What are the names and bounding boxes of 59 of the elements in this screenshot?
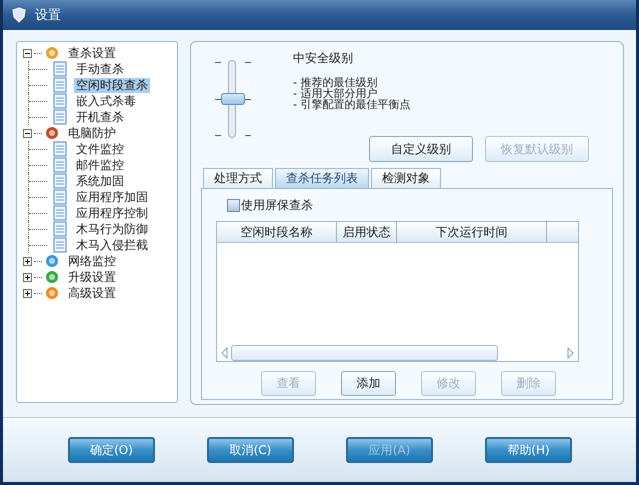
page-icon: [52, 189, 68, 205]
slider-thumb[interactable]: [221, 93, 245, 105]
level-description: - 适用大部分用户: [293, 88, 378, 99]
level-description: - 推荐的最佳级别: [293, 77, 378, 88]
left-arrow-icon[interactable]: [221, 346, 229, 358]
checkbox-label[interactable]: 使用屏保查杀: [241, 197, 313, 214]
page-icon: [52, 93, 68, 109]
page-icon: [52, 141, 68, 157]
expander-icon[interactable]: [23, 128, 32, 138]
tree-item[interactable]: 升级设置: [66, 270, 118, 284]
right-arrow-icon[interactable]: [566, 346, 574, 358]
page-icon: [52, 61, 68, 77]
tab[interactable]: 查杀任务列表: [275, 168, 369, 188]
level-button[interactable]: 自定义级别: [369, 136, 473, 162]
slider-track[interactable]: [221, 60, 245, 138]
scrollbar-thumb[interactable]: [231, 344, 498, 360]
tree-item[interactable]: 木马行为防御: [74, 222, 150, 236]
tree-item[interactable]: 邮件监控: [74, 158, 126, 172]
expander-icon[interactable]: [23, 256, 32, 266]
window-title: 设置: [35, 7, 61, 24]
tree-item[interactable]: 嵌入式杀毒: [74, 94, 138, 108]
page-icon: [52, 221, 68, 237]
page-icon: [52, 77, 68, 93]
tree-item[interactable]: 手动查杀: [74, 62, 126, 76]
tree-item[interactable]: 网络监控: [66, 254, 118, 268]
category-icon: [44, 253, 60, 269]
tree-item[interactable]: 高级设置: [66, 286, 118, 300]
category-icon: [44, 125, 60, 141]
tree-item[interactable]: 木马入侵拦截: [74, 238, 150, 252]
tree-item[interactable]: 应用程序控制: [74, 206, 150, 220]
tree-item[interactable]: 应用程序加固: [74, 190, 150, 204]
page-icon: [52, 173, 68, 189]
column-header[interactable]: 空闲时段名称: [217, 222, 337, 242]
expander-icon[interactable]: [23, 288, 32, 298]
expander-icon[interactable]: [23, 272, 32, 282]
page-icon: [52, 237, 68, 253]
tab[interactable]: 检测对象: [371, 168, 441, 188]
column-header[interactable]: 启用状态: [337, 222, 397, 242]
table-button[interactable]: 添加: [341, 371, 396, 396]
level-description: - 引擎配置的最佳平衡点: [293, 99, 412, 110]
tree-item[interactable]: 文件监控: [74, 142, 126, 156]
tree-item[interactable]: 开机查杀: [74, 110, 126, 124]
tree-item[interactable]: 查杀设置: [66, 46, 118, 60]
tab[interactable]: 处理方式: [203, 168, 273, 188]
checkbox[interactable]: [227, 199, 240, 212]
shield-icon: [11, 7, 27, 23]
tree-item[interactable]: 系统加固: [74, 174, 126, 188]
column-header[interactable]: 下次运行时间: [397, 222, 547, 242]
category-icon: [44, 269, 60, 285]
tree-item[interactable]: 电脑防护: [66, 126, 118, 140]
level-title: 中安全级别: [293, 50, 354, 67]
page-icon: [52, 205, 68, 221]
expander-icon[interactable]: [23, 48, 32, 58]
tree-item[interactable]: 空闲时段查杀: [74, 78, 150, 92]
category-icon: [44, 285, 60, 301]
dialog-button[interactable]: 确定(O): [68, 437, 155, 463]
page-icon: [52, 109, 68, 125]
category-icon: [44, 45, 60, 61]
page-icon: [52, 157, 68, 173]
